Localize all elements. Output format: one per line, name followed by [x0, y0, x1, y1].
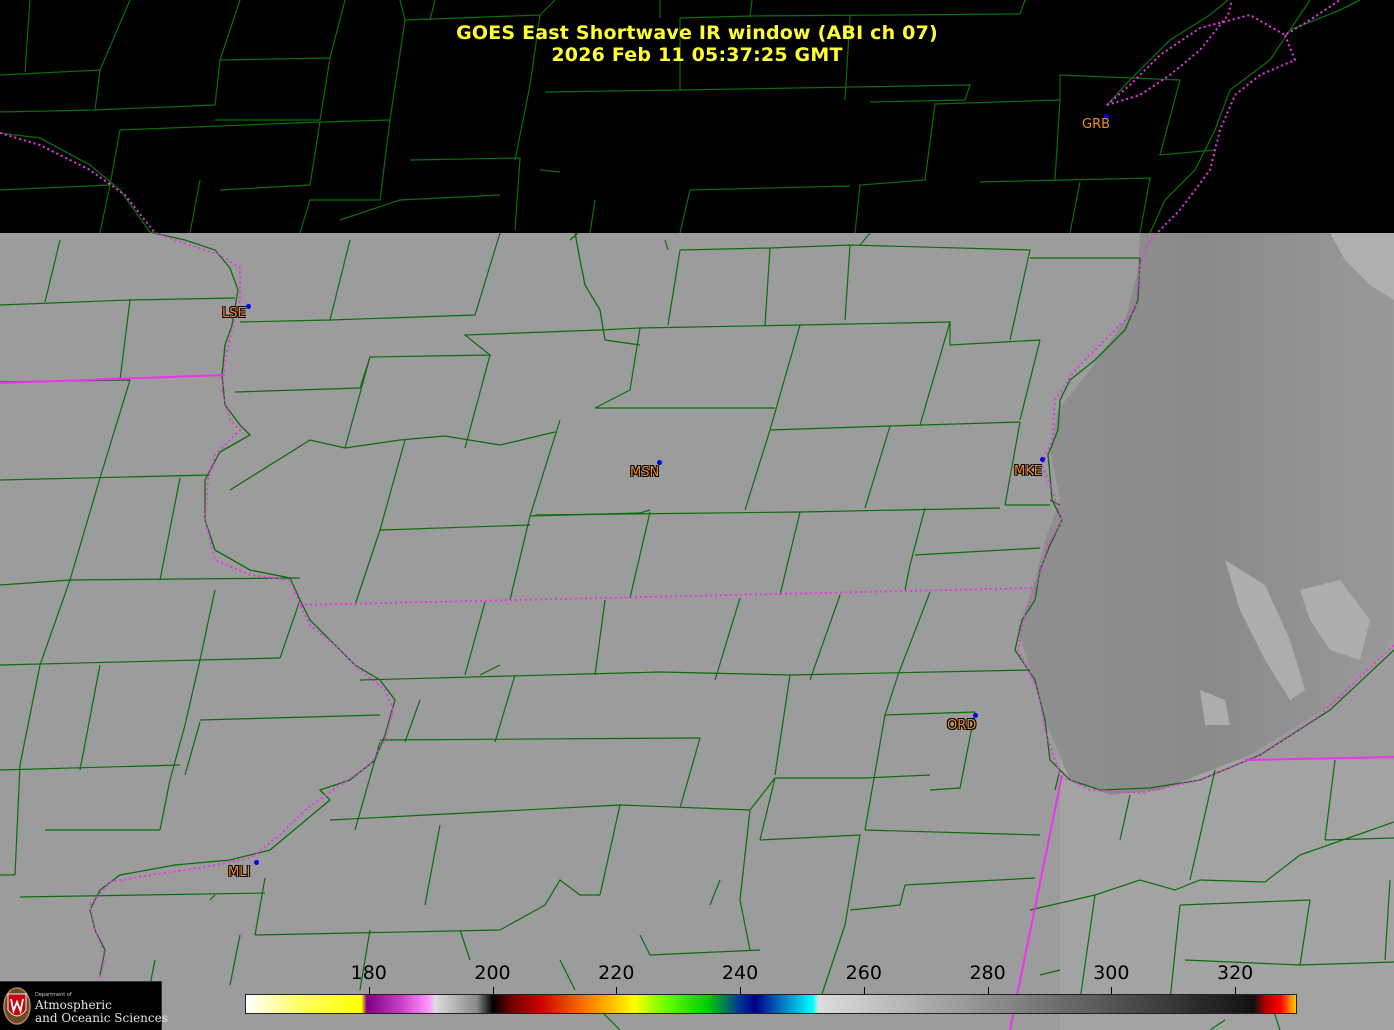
- colorbar-tick-mark: [864, 987, 865, 994]
- colorbar-tick-label: 300: [1093, 962, 1130, 984]
- city-marker-mke: [1040, 457, 1045, 462]
- colorbar-tick-label: 200: [474, 962, 511, 984]
- city-marker-lse: [246, 304, 251, 309]
- city-label-ord: ORD: [947, 718, 977, 733]
- colorbar-tick-mark: [616, 987, 617, 994]
- image-timestamp: 2026 Feb 11 05:37:25 GMT: [551, 44, 843, 66]
- city-label-lse: LSE: [222, 306, 246, 321]
- logo-line-oceanic: and Oceanic Sciences: [35, 1011, 168, 1025]
- uw-crest-icon: [3, 987, 31, 1025]
- colorbar-tick-mark: [1235, 987, 1236, 994]
- colorbar-tick-mark: [988, 987, 989, 994]
- colorbar-tick-label: 180: [350, 962, 387, 984]
- colorbar-tick-mark: [493, 987, 494, 994]
- colorbar-tick-label: 220: [598, 962, 635, 984]
- satellite-map: [0, 0, 1394, 1030]
- image-title: GOES East Shortwave IR window (ABI ch 07…: [456, 22, 938, 44]
- city-label-mli: MLI: [228, 865, 251, 880]
- colorbar-tick-label: 280: [969, 962, 1006, 984]
- colorbar-tick-mark: [369, 987, 370, 994]
- logo-line-atmospheric: Atmospheric: [35, 998, 112, 1012]
- city-label-mke: MKE: [1014, 464, 1042, 479]
- satellite-image-viewer: GOES East Shortwave IR window (ABI ch 07…: [0, 0, 1394, 1030]
- colorbar-tick-mark: [740, 987, 741, 994]
- city-label-msn: MSN: [630, 465, 660, 480]
- aos-logo: Department of Atmospheric and Oceanic Sc…: [0, 981, 168, 1030]
- colorbar-tick-label: 240: [721, 962, 759, 984]
- temperature-colorbar: [245, 994, 1297, 1014]
- city-label-grb: GRB: [1082, 117, 1111, 132]
- colorbar-tick-label: 320: [1216, 962, 1254, 984]
- city-marker-mli: [254, 860, 259, 865]
- colorbar-tick-mark: [1111, 987, 1112, 994]
- colorbar-tick-label: 260: [845, 962, 882, 984]
